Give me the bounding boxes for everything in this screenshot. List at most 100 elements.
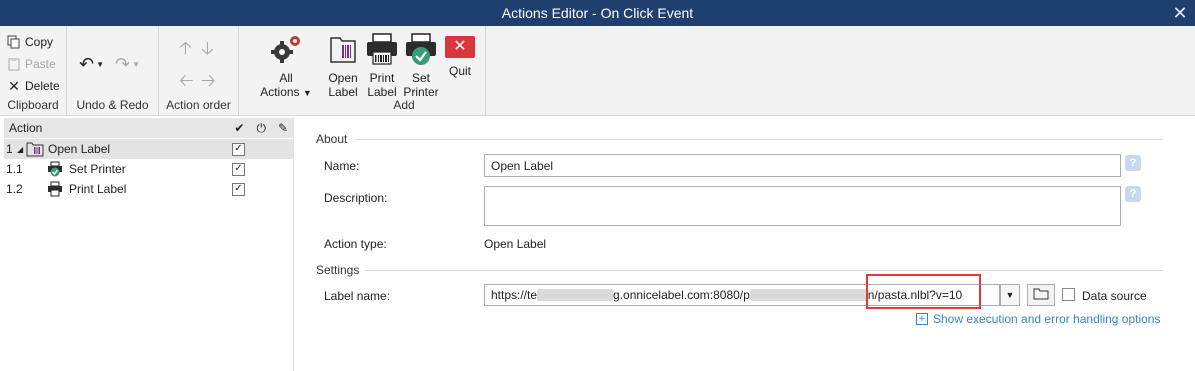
help-icon[interactable]: ? xyxy=(1125,186,1141,202)
redo-icon: ↷ xyxy=(115,54,131,74)
open-label-button[interactable]: Open Label xyxy=(324,32,362,99)
redacted-segment xyxy=(749,289,868,301)
printer-icon xyxy=(362,32,402,69)
action-order-group-label: Action order xyxy=(166,98,231,112)
name-input[interactable]: Open Label xyxy=(484,154,1121,177)
properties-panel: About Name: Open Label ? Description: ? … xyxy=(295,117,1195,371)
description-textarea[interactable] xyxy=(484,186,1121,226)
edit-column-icon: ✎ xyxy=(278,121,289,135)
action-type-value: Open Label xyxy=(484,237,547,251)
open-label-line1: Open xyxy=(328,71,358,85)
set-printer-line1: Set xyxy=(411,71,430,85)
chevron-down-icon: ▼ xyxy=(132,60,141,69)
url-start: https://te xyxy=(491,288,538,302)
add-group: All Actions ▼ Open Label Print Label Set… xyxy=(239,26,486,116)
set-printer-icon xyxy=(401,32,441,69)
print-label-button[interactable]: Print Label xyxy=(362,32,402,99)
printer-icon xyxy=(47,181,63,200)
power-column-icon: ⏻ xyxy=(256,120,266,135)
row-label: Print Label xyxy=(69,182,127,196)
name-label: Name: xyxy=(324,159,360,173)
clipboard-group: Copy Paste ✕ Delete Clipboard xyxy=(0,26,67,116)
show-options-label: Show execution and error handling option… xyxy=(933,312,1161,326)
tree-row-set-printer[interactable]: 1.1 Set Printer ✓ xyxy=(4,159,294,179)
add-group-label: Add xyxy=(393,98,415,112)
clipboard-group-label: Clipboard xyxy=(7,98,59,112)
chevron-down-icon: ▼ xyxy=(96,60,105,69)
url-highlight-box xyxy=(866,274,981,309)
label-name-dropdown[interactable]: ▼ xyxy=(1000,284,1020,306)
ribbon: Copy Paste ✕ Delete Clipboard ↶ ▼ ↷ ▼ Un… xyxy=(0,26,1195,116)
paste-button[interactable]: Paste xyxy=(6,56,56,72)
check-column-icon: ✔ xyxy=(234,121,245,135)
copy-icon xyxy=(6,34,22,50)
data-source-checkbox[interactable] xyxy=(1062,288,1075,301)
print-label-line2: Label xyxy=(367,85,397,99)
delete-label: Delete xyxy=(25,79,60,93)
about-section-title: About xyxy=(316,132,348,146)
enabled-checkbox[interactable]: ✓ xyxy=(232,182,245,196)
undo-icon: ↶ xyxy=(79,54,95,74)
delete-icon: ✕ xyxy=(8,77,20,94)
action-order-group: 🡡 🡣 🡠 🡢 Action order xyxy=(159,26,239,116)
print-label-line1: Print xyxy=(369,71,395,85)
open-label-icon xyxy=(26,141,44,160)
tree-header-action: Action xyxy=(9,121,43,135)
expand-plus-icon: + xyxy=(916,313,928,325)
quit-button[interactable]: ✕ Quit xyxy=(443,32,477,78)
browse-button[interactable] xyxy=(1027,284,1055,306)
gears-icon xyxy=(256,32,316,69)
show-options-link[interactable]: + Show execution and error handling opti… xyxy=(916,312,1160,326)
row-label: Open Label xyxy=(48,142,111,156)
action-tree: Action ✔ ⏻ ✎ 1 ◢ Open Label ✓ 1.1 Set Pr… xyxy=(0,117,294,371)
delete-button[interactable]: ✕ Delete xyxy=(6,78,60,94)
settings-divider xyxy=(365,270,1163,271)
label-name-label: Label name: xyxy=(324,289,391,303)
arrow-up-icon: 🡡 xyxy=(179,38,192,58)
enabled-checkbox[interactable]: ✓ xyxy=(232,162,245,176)
move-up-button[interactable]: 🡡 xyxy=(179,36,192,66)
all-actions-button[interactable]: All Actions ▼ xyxy=(256,32,316,100)
all-actions-line1: All xyxy=(279,71,293,85)
undo-button[interactable]: ↶ ▼ xyxy=(79,54,104,75)
quit-label: Quit xyxy=(448,64,471,78)
set-printer-button[interactable]: Set Printer xyxy=(401,32,441,99)
enabled-checkbox[interactable]: ✓ xyxy=(232,142,245,156)
folder-icon xyxy=(1033,288,1049,303)
open-label-line2: Label xyxy=(328,85,358,99)
move-left-button[interactable]: 🡠 xyxy=(179,68,194,98)
undo-redo-group-label: Undo & Redo xyxy=(76,98,149,112)
expand-icon[interactable]: ◢ xyxy=(17,145,23,154)
move-right-button[interactable]: 🡢 xyxy=(201,68,216,98)
title-bar: Actions Editor - On Click Event ✕ xyxy=(0,0,1195,26)
description-label: Description: xyxy=(324,191,388,205)
tree-row-open-label[interactable]: 1 ◢ Open Label ✓ xyxy=(4,139,294,159)
arrow-down-icon: 🡣 xyxy=(201,38,214,58)
paste-label: Paste xyxy=(25,57,56,71)
row-label: Set Printer xyxy=(69,162,126,176)
row-number: 1.1 xyxy=(6,162,23,176)
set-printer-icon xyxy=(47,161,63,180)
undo-redo-group: ↶ ▼ ↷ ▼ Undo & Redo xyxy=(67,26,159,116)
redo-button[interactable]: ↷ ▼ xyxy=(115,54,140,75)
url-middle: g.onnicelabel.com:8080/p xyxy=(613,288,750,302)
paste-icon xyxy=(6,56,22,72)
close-icon[interactable]: ✕ xyxy=(1169,2,1191,24)
set-printer-line2: Printer xyxy=(403,85,439,99)
row-number: 1.2 xyxy=(6,182,23,196)
redacted-segment xyxy=(537,289,614,301)
copy-button[interactable]: Copy xyxy=(6,34,53,50)
window-title: Actions Editor - On Click Event xyxy=(501,5,694,21)
help-icon[interactable]: ? xyxy=(1125,155,1141,171)
data-source-label: Data source xyxy=(1082,289,1147,303)
chevron-down-icon: ▼ xyxy=(302,88,312,98)
open-label-icon xyxy=(324,32,362,69)
all-actions-line2: Actions xyxy=(260,85,300,99)
action-type-label: Action type: xyxy=(324,237,387,251)
move-down-button[interactable]: 🡣 xyxy=(201,36,214,66)
arrow-left-icon: 🡠 xyxy=(179,70,194,90)
tree-header: Action ✔ ⏻ ✎ xyxy=(4,118,294,138)
chevron-down-icon: ▼ xyxy=(1005,290,1015,300)
about-divider xyxy=(355,139,1163,140)
tree-row-print-label[interactable]: 1.2 Print Label ✓ xyxy=(4,179,294,199)
